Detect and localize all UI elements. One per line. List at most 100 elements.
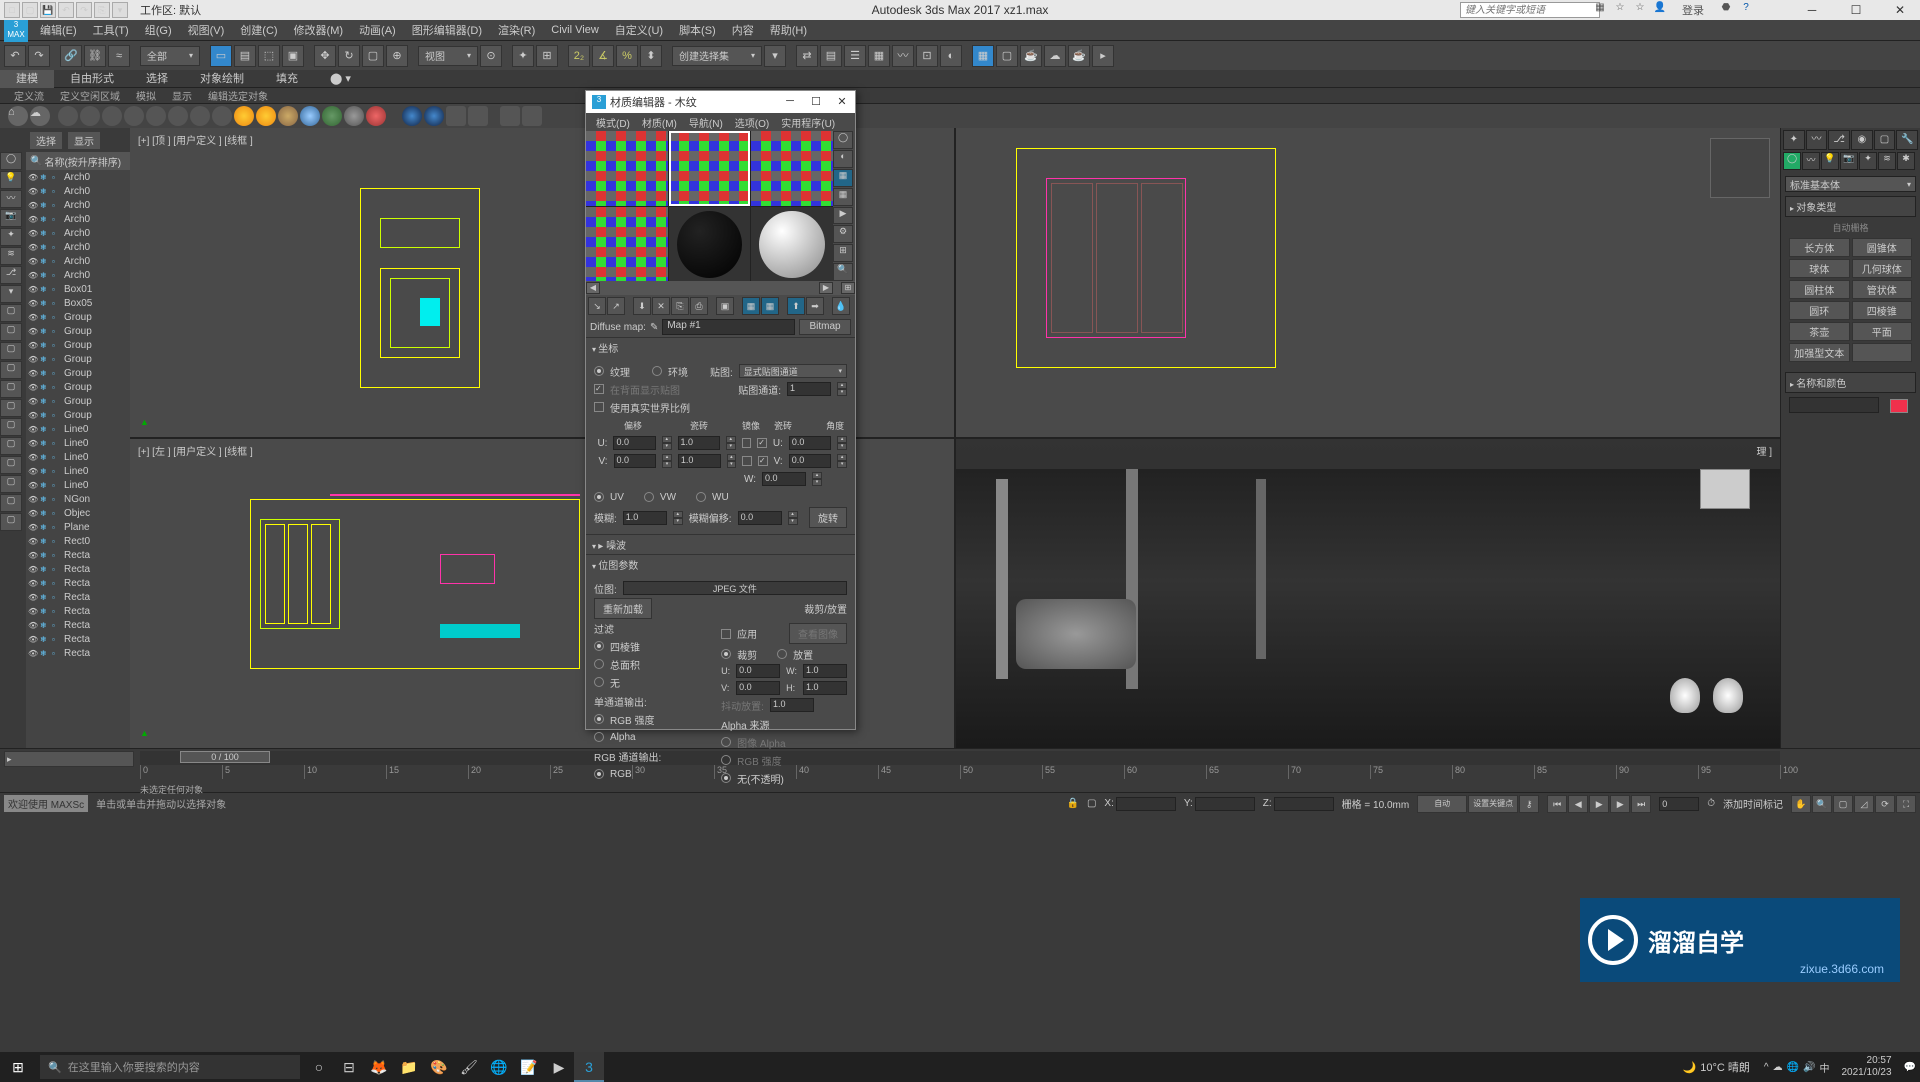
- list-item[interactable]: 👁❄▫Line0: [26, 422, 130, 436]
- freeze-icon[interactable]: ❄: [40, 257, 50, 266]
- list-item[interactable]: 👁❄▫Recta: [26, 576, 130, 590]
- time-setkey-box[interactable]: ▸: [4, 751, 134, 767]
- v-tile-check[interactable]: [758, 456, 768, 466]
- freeze-icon[interactable]: ❄: [40, 635, 50, 644]
- object-name-input[interactable]: [1789, 397, 1879, 413]
- se-filter-19-icon[interactable]: ▢: [0, 494, 22, 512]
- qat-redo-icon[interactable]: ↷: [76, 2, 92, 18]
- visibility-icon[interactable]: 👁: [28, 341, 38, 350]
- zoomext-icon[interactable]: ▢: [1833, 795, 1853, 813]
- vp-left-label[interactable]: [+] [左 ] [用户定义 ] [线框 ]: [138, 443, 253, 458]
- visibility-icon[interactable]: 👁: [28, 383, 38, 392]
- visibility-icon[interactable]: 👁: [28, 397, 38, 406]
- primitive-button[interactable]: 平面: [1852, 322, 1913, 341]
- se-filter-11-icon[interactable]: ▢: [0, 342, 22, 360]
- window-cross-icon[interactable]: ▣: [282, 45, 304, 67]
- list-item[interactable]: 👁❄▫Arch0: [26, 170, 130, 184]
- se-filter-17-icon[interactable]: ▢: [0, 456, 22, 474]
- primitive-button[interactable]: 加强型文本: [1789, 343, 1850, 362]
- cmd-sub-cam-icon[interactable]: 📷: [1840, 152, 1858, 170]
- v-tile-spinbtn[interactable]: ▴▾: [727, 454, 737, 468]
- mat-menu-options[interactable]: 选项(O): [729, 113, 775, 131]
- v-mirror-check[interactable]: [742, 456, 752, 466]
- mat-gosibling-icon[interactable]: ➡: [806, 297, 824, 315]
- mat-side-opt-icon[interactable]: ⚙: [833, 225, 853, 243]
- bind-icon[interactable]: ≈: [108, 45, 130, 67]
- primitive-button[interactable]: 茶壶: [1789, 322, 1850, 341]
- freeze-icon[interactable]: ❄: [40, 509, 50, 518]
- list-item[interactable]: 👁❄▫Group: [26, 310, 130, 324]
- env-lock-icon[interactable]: [446, 106, 466, 126]
- crop-h-spinner[interactable]: 1.0: [803, 681, 847, 695]
- mat-menu-nav[interactable]: 导航(N): [683, 113, 729, 131]
- visibility-icon[interactable]: 👁: [28, 579, 38, 588]
- tray-ime-icon[interactable]: 中: [1819, 1060, 1829, 1075]
- mat-unique-icon[interactable]: ⎙: [690, 297, 708, 315]
- bluroff-spinner[interactable]: 0.0: [738, 511, 782, 525]
- se-filter-16-icon[interactable]: ▢: [0, 437, 22, 455]
- max-icon[interactable]: 3MAX: [4, 18, 28, 42]
- setkey-button[interactable]: 设置关键点: [1468, 795, 1518, 813]
- freeze-icon[interactable]: ❄: [40, 565, 50, 574]
- jitter-spinner[interactable]: 1.0: [770, 698, 814, 712]
- bluroff-spinbtn[interactable]: ▴▾: [788, 511, 798, 525]
- subscription-icon[interactable]: ▦: [1592, 2, 1608, 18]
- mat-maximize-button[interactable]: ☐: [809, 95, 823, 109]
- freeze-icon[interactable]: ❄: [40, 229, 50, 238]
- freeze-icon[interactable]: ❄: [40, 397, 50, 406]
- mat-assign-icon[interactable]: ⬇: [633, 297, 651, 315]
- viewcube[interactable]: [1710, 138, 1770, 198]
- filter-sa-radio[interactable]: [594, 659, 604, 669]
- env-op1-icon[interactable]: [58, 106, 78, 126]
- primitive-button[interactable]: 圆柱体: [1789, 280, 1850, 299]
- filter-none-radio[interactable]: [594, 677, 604, 687]
- list-item[interactable]: 👁❄▫Plane: [26, 520, 130, 534]
- se-filter-bone-icon[interactable]: ⎇: [0, 266, 22, 284]
- v-angle-spinbtn[interactable]: ▴▾: [837, 454, 847, 468]
- start-button[interactable]: ⊞: [0, 1052, 36, 1082]
- render-icon[interactable]: ☕: [1020, 45, 1042, 67]
- mat-putlib-icon[interactable]: ▣: [716, 297, 734, 315]
- crop-radio[interactable]: [721, 649, 731, 659]
- list-item[interactable]: 👁❄▫Arch0: [26, 254, 130, 268]
- scale-icon[interactable]: ▢: [362, 45, 384, 67]
- visibility-icon[interactable]: 👁: [28, 299, 38, 308]
- freeze-icon[interactable]: ❄: [40, 523, 50, 532]
- env-op8-icon[interactable]: [212, 106, 232, 126]
- mat-side-back-icon[interactable]: ◐: [833, 150, 853, 168]
- primitive-button[interactable]: 四棱锥: [1852, 301, 1913, 320]
- u-tile-check[interactable]: [757, 438, 767, 448]
- minimize-button[interactable]: ─: [1792, 0, 1832, 20]
- freeze-icon[interactable]: ❄: [40, 593, 50, 602]
- view-image-button[interactable]: 查看图像: [789, 623, 847, 644]
- maximize-button[interactable]: ☐: [1836, 0, 1876, 20]
- mat-side-sample-icon[interactable]: ◯: [833, 131, 853, 149]
- mat-slot-1[interactable]: [586, 131, 668, 206]
- cmd-tab-display-icon[interactable]: ▢: [1874, 130, 1896, 150]
- mat-menu-util[interactable]: 实用程序(U): [775, 113, 841, 131]
- rsub-idle[interactable]: 定义空闲区域: [54, 88, 126, 103]
- u-offset-spinbtn[interactable]: ▴▾: [662, 436, 672, 450]
- cmd-rollup-objtype-head[interactable]: 对象类型: [1785, 196, 1916, 217]
- menu-render[interactable]: 渲染(R): [490, 20, 543, 40]
- mat-showmap-icon[interactable]: ▦: [742, 297, 760, 315]
- crop-apply-check[interactable]: [721, 629, 731, 639]
- help-search-input[interactable]: [1460, 2, 1600, 18]
- list-item[interactable]: 👁❄▫Arch0: [26, 212, 130, 226]
- se-filter-space-icon[interactable]: ≋: [0, 247, 22, 265]
- star2-icon[interactable]: ☆: [1632, 2, 1648, 18]
- mat-side-mag-icon[interactable]: 🔍: [833, 263, 853, 281]
- placement-icon[interactable]: ⊕: [386, 45, 408, 67]
- se-column-header[interactable]: 🔍 名称(按升序排序): [26, 152, 130, 170]
- env-sphere2-icon[interactable]: [424, 106, 444, 126]
- freeze-icon[interactable]: ❄: [40, 215, 50, 224]
- freeze-icon[interactable]: ❄: [40, 187, 50, 196]
- freeze-icon[interactable]: ❄: [40, 285, 50, 294]
- cmd-tab-util-icon[interactable]: 🔧: [1896, 130, 1918, 150]
- v-tile-spinner[interactable]: 1.0: [678, 454, 721, 468]
- app1-icon[interactable]: 🎨: [424, 1052, 454, 1082]
- rotate-icon[interactable]: ↻: [338, 45, 360, 67]
- list-item[interactable]: 👁❄▫Box01: [26, 282, 130, 296]
- blur-spinbtn[interactable]: ▴▾: [673, 511, 683, 525]
- env-sun5-icon[interactable]: [322, 106, 342, 126]
